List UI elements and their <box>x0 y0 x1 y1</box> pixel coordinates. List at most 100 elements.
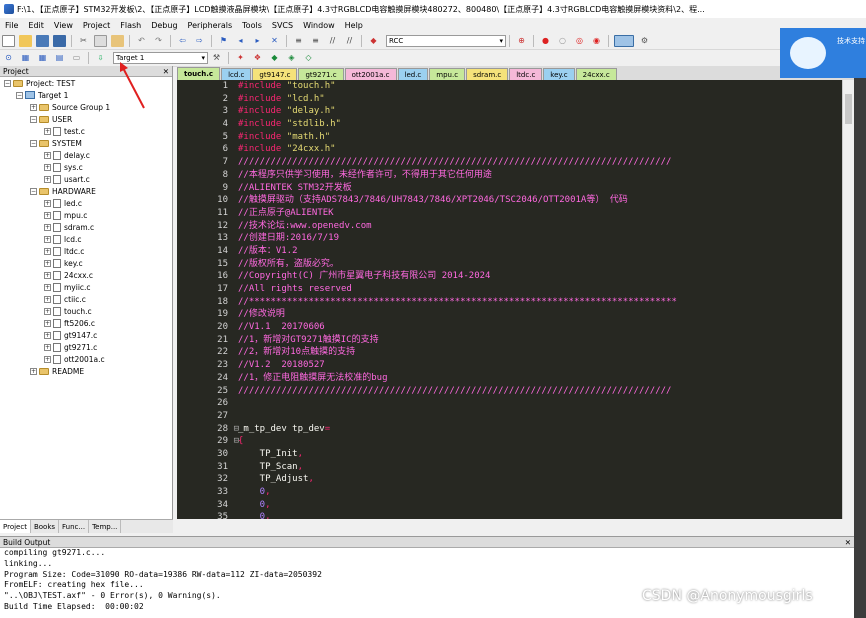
support-widget[interactable]: 技术支持 <box>780 28 866 78</box>
bookmark-icon[interactable]: ⚑ <box>217 35 230 47</box>
menu-item-project[interactable]: Project <box>78 21 115 30</box>
tree-row[interactable]: + key.c <box>0 257 172 269</box>
open-folder-icon[interactable] <box>19 35 32 47</box>
navigate-back-icon[interactable]: ⇦ <box>176 35 189 47</box>
expand-toggle-icon[interactable]: + <box>44 151 51 159</box>
batch-build-icon[interactable]: ▤ <box>53 52 66 64</box>
paste-icon[interactable] <box>111 35 124 47</box>
menu-item-peripherals[interactable]: Peripherals <box>183 21 238 30</box>
code-line[interactable]: //2，新增对10点触摸的支持 <box>238 346 842 359</box>
tree-row[interactable]: + ft5206.c <box>0 317 172 329</box>
next-bookmark-icon[interactable]: ▸ <box>251 35 264 47</box>
code-line[interactable]: #include "touch.h" <box>238 80 842 93</box>
search-icon[interactable]: ⊕ <box>515 35 528 47</box>
code-line[interactable]: //All rights reserved <box>238 283 842 296</box>
scrollbar-thumb[interactable] <box>845 94 852 124</box>
menu-item-edit[interactable]: Edit <box>23 21 49 30</box>
code-line[interactable]: //**************************************… <box>238 296 842 309</box>
find-in-files-icon[interactable]: ◆ <box>367 35 380 47</box>
download-load-icon[interactable]: ⇩ <box>94 52 107 64</box>
code-line[interactable]: #include "lcd.h" <box>238 93 842 106</box>
code-line[interactable]: TP_Init, <box>238 448 842 461</box>
code-line[interactable]: //V1.2 20180527 <box>238 359 842 372</box>
menu-item-view[interactable]: View <box>49 21 78 30</box>
pack-installer-icon[interactable]: ◈ <box>285 52 298 64</box>
tree-row[interactable]: +24cxx.c <box>0 269 172 281</box>
code-line[interactable] <box>238 397 842 410</box>
expand-toggle-icon[interactable]: − <box>30 139 37 147</box>
code-line[interactable]: 0, <box>238 486 842 499</box>
tree-row[interactable]: + sdram.c <box>0 221 172 233</box>
code-line[interactable]: { <box>238 435 842 448</box>
code-editor[interactable]: touch.c lcd.c gt9147.c gt9271.c ott2001a.c le… <box>177 66 854 522</box>
comment-icon[interactable]: // <box>326 35 339 47</box>
code-line[interactable]: #include "24cxx.h" <box>238 143 842 156</box>
tab-books[interactable]: Books <box>31 520 60 533</box>
tree-row[interactable]: + mpu.c <box>0 209 172 221</box>
code-line[interactable]: 0, <box>238 499 842 512</box>
expand-toggle-icon[interactable]: + <box>30 367 37 375</box>
code-line[interactable]: ////////////////////////////////////////… <box>238 156 842 169</box>
navigate-forward-icon[interactable]: ⇨ <box>193 35 206 47</box>
editor-tab[interactable]: ott2001a.c <box>344 68 397 80</box>
tree-row[interactable]: + usart.c <box>0 173 172 185</box>
menu-item-tools[interactable]: Tools <box>237 21 267 30</box>
code-area[interactable]: #include "touch.h" #include "lcd.h" #inclu… <box>238 80 842 519</box>
editor-tab[interactable]: touch.c <box>177 67 221 80</box>
tree-row[interactable]: + ltdc.c <box>0 245 172 257</box>
code-line[interactable]: //修改说明 <box>238 308 842 321</box>
expand-toggle-icon[interactable]: + <box>44 163 51 171</box>
code-line[interactable]: //ALIENTEK STM32开发板 <box>238 182 842 195</box>
code-line[interactable]: 0, <box>238 511 842 519</box>
code-line[interactable]: _m_tp_dev tp_dev= <box>238 423 842 436</box>
tree-row[interactable]: + ott2001a.c <box>0 353 172 365</box>
expand-toggle-icon[interactable]: + <box>44 223 51 231</box>
expand-toggle-icon[interactable]: − <box>30 115 37 123</box>
code-line[interactable]: #include "stdlib.h" <box>238 118 842 131</box>
window-layout-icon[interactable] <box>614 35 634 47</box>
expand-toggle-icon[interactable]: + <box>44 199 51 207</box>
find-combo[interactable]: RCC ▾ <box>386 35 506 47</box>
code-line[interactable]: //创建日期:2016/7/19 <box>238 232 842 245</box>
tree-row[interactable]: + gt9271.c <box>0 341 172 353</box>
tree-row[interactable]: − USER <box>0 113 172 125</box>
prev-bookmark-icon[interactable]: ◂ <box>234 35 247 47</box>
settings-icon[interactable]: ⚙ <box>638 35 651 47</box>
code-line[interactable] <box>238 410 842 423</box>
code-line[interactable]: //触摸屏驱动（支持ADS7843/7846/UH7843/7846/XPT20… <box>238 194 842 207</box>
code-line[interactable]: //版本：V1.2 <box>238 245 842 258</box>
code-line[interactable]: ////////////////////////////////////////… <box>238 385 842 398</box>
tree-row[interactable]: + gt9147.c <box>0 329 172 341</box>
tab-temp[interactable]: Temp... <box>89 520 122 533</box>
code-line[interactable]: #include "delay.h" <box>238 105 842 118</box>
tree-row[interactable]: + test.c <box>0 125 172 137</box>
editor-tab[interactable]: key.c <box>543 68 575 80</box>
menu-item-window[interactable]: Window <box>298 21 340 30</box>
tree-row[interactable]: + myiic.c <box>0 281 172 293</box>
unindent-icon[interactable]: ≡ <box>309 35 322 47</box>
disable-breakpoint-icon[interactable]: ○ <box>556 35 569 47</box>
collapse-toggle-icon[interactable]: − <box>4 79 11 87</box>
code-line[interactable]: TP_Adjust, <box>238 473 842 486</box>
expand-toggle-icon[interactable]: + <box>44 247 51 255</box>
editor-tab[interactable]: mpu.c <box>429 68 466 80</box>
expand-toggle-icon[interactable]: + <box>44 211 51 219</box>
editor-tab[interactable]: 24cxx.c <box>575 68 617 80</box>
chat-bubble-icon[interactable] <box>790 37 826 69</box>
expand-toggle-icon[interactable]: + <box>44 343 51 351</box>
cut-icon[interactable]: ✂ <box>77 35 90 47</box>
editor-tab[interactable]: gt9147.c <box>252 68 298 80</box>
code-line[interactable]: //1，新增对GT9271触摸IC的支持 <box>238 334 842 347</box>
indent-icon[interactable]: ≡ <box>292 35 305 47</box>
code-line[interactable]: TP_Scan, <box>238 461 842 474</box>
code-line[interactable]: //版权所有，盗版必究。 <box>238 258 842 271</box>
code-line[interactable]: #include "math.h" <box>238 131 842 144</box>
tree-row[interactable]: + led.c <box>0 197 172 209</box>
save-icon[interactable] <box>36 35 49 47</box>
code-line[interactable]: //V1.1 20170606 <box>238 321 842 334</box>
tree-row[interactable]: + ctiic.c <box>0 293 172 305</box>
expand-toggle-icon[interactable]: − <box>30 187 37 195</box>
tree-row[interactable]: − HARDWARE <box>0 185 172 197</box>
build-icon[interactable]: ▦ <box>19 52 32 64</box>
editor-tab[interactable]: ltdc.c <box>509 68 543 80</box>
